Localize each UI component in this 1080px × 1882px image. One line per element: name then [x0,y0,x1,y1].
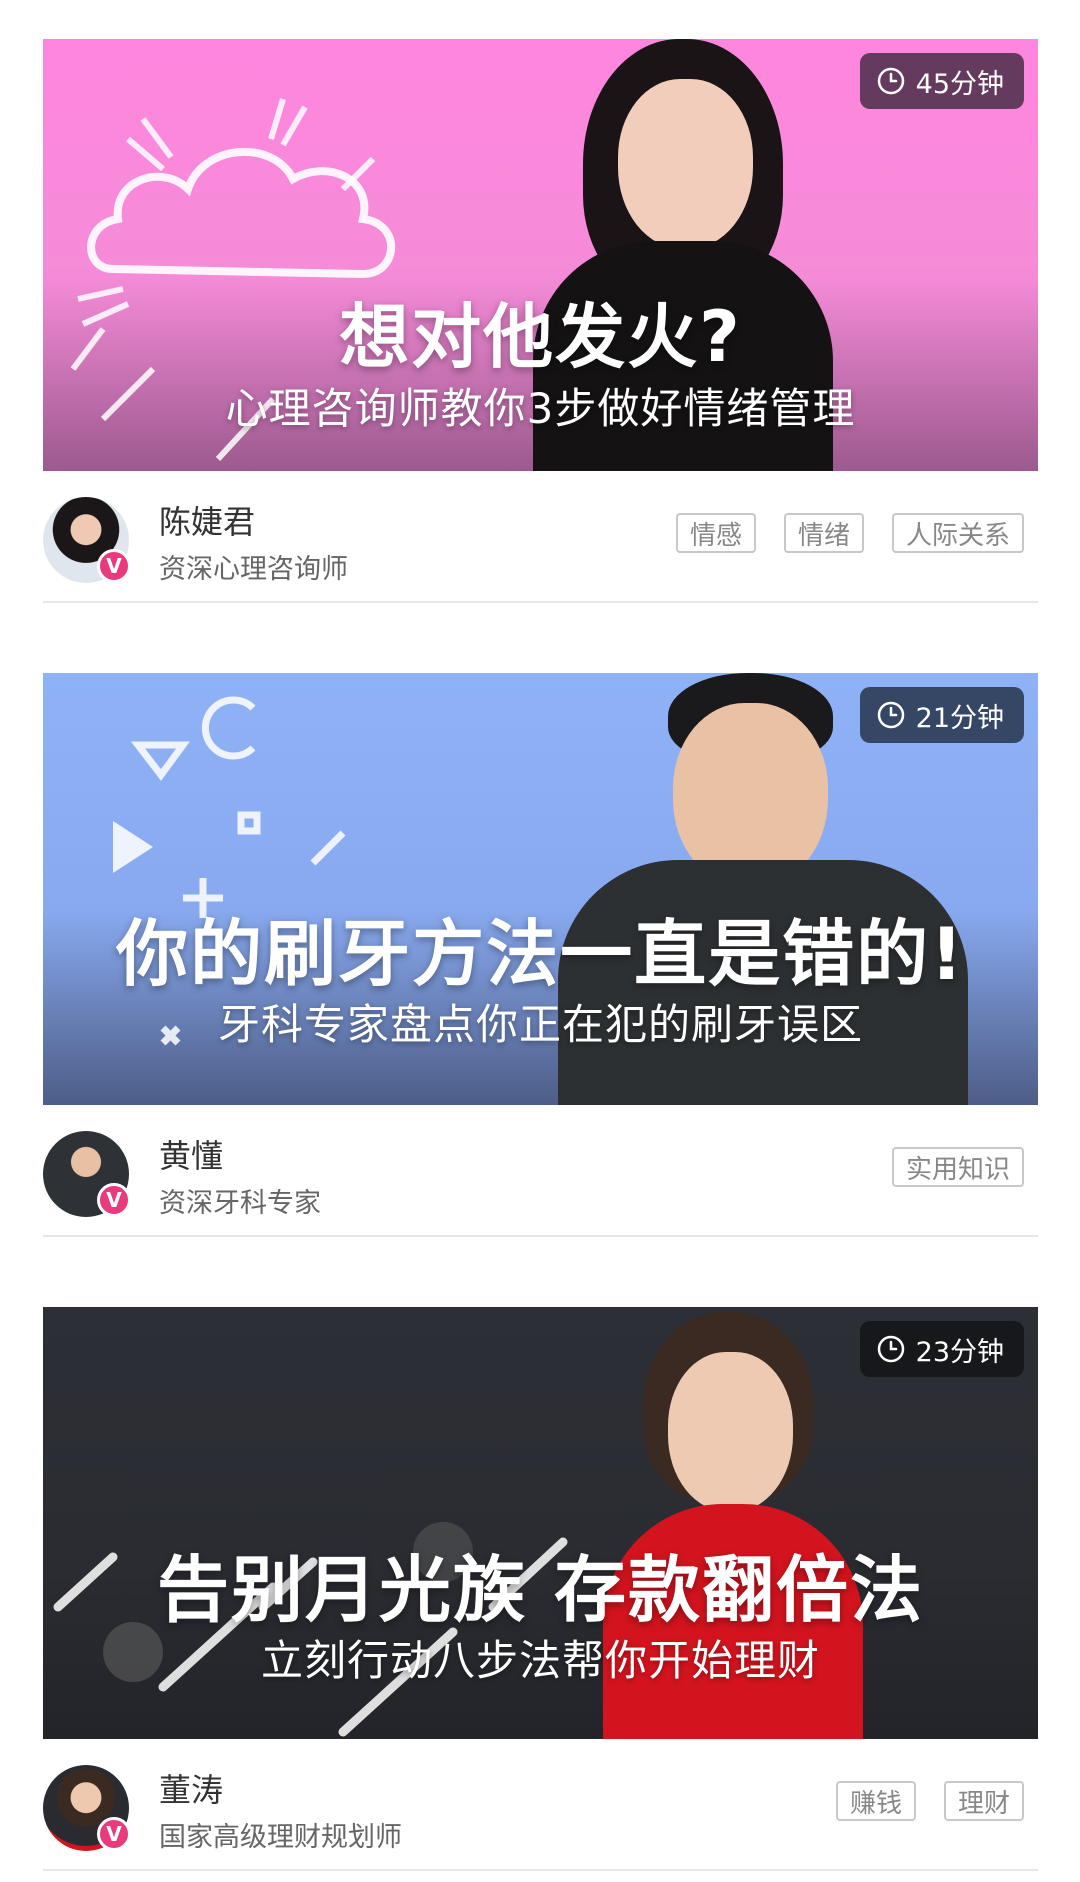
duration-text: 21分钟 [915,702,1004,734]
author-row: V 黄懂 资深牙科专家 实用知识 [43,1105,1038,1237]
course-headline: 告别月光族 存款翻倍法 [156,1548,925,1632]
tag[interactable]: 情感 [675,513,756,553]
tag-list: 赚钱 理财 [835,1781,1024,1821]
author-row: V 陈婕君 资深心理咨询师 情感 情绪 人际关系 [43,471,1038,603]
avatar[interactable]: V [43,1131,133,1221]
course-headline: 想对他发火? [339,296,742,378]
course-banner[interactable]: 23分钟 告别月光族 存款翻倍法 立刻行动八步法帮你开始理财 [43,1307,1038,1739]
tag[interactable]: 情绪 [783,513,864,553]
course-subline: 牙科专家盘点你正在犯的刷牙误区 [217,1000,863,1049]
avatar[interactable]: V [43,497,133,587]
tag[interactable]: 实用知识 [891,1147,1024,1187]
clock-icon [877,701,904,729]
duration-badge: 45分钟 [859,53,1024,109]
verified-badge: V [97,1183,131,1217]
course-card[interactable]: 21分钟 你的刷牙方法一直是错的! 牙科专家盘点你正在犯的刷牙误区 V 黄懂 资… [43,673,1038,1237]
course-feed: 45分钟 想对他发火? 心理咨询师教你3步做好情绪管理 V 陈婕君 资深心理咨询… [0,0,1080,1882]
course-headline: 你的刷牙方法一直是错的! [116,912,965,996]
duration-badge: 23分钟 [859,1321,1024,1377]
course-subline: 立刻行动八步法帮你开始理财 [260,1636,820,1685]
duration-text: 23分钟 [915,1336,1004,1368]
tag[interactable]: 赚钱 [835,1781,916,1821]
author-title: 资深牙科专家 [159,1188,321,1219]
author-title: 资深心理咨询师 [159,554,348,585]
author-name[interactable]: 陈婕君 [159,497,255,543]
author-name[interactable]: 董涛 [159,1765,223,1811]
tag[interactable]: 人际关系 [891,513,1024,553]
tag-list: 实用知识 [891,1147,1024,1187]
author-row: V 董涛 国家高级理财规划师 赚钱 理财 [43,1739,1038,1871]
course-subline: 心理咨询师教你3步做好情绪管理 [225,384,856,433]
course-card[interactable]: 23分钟 告别月光族 存款翻倍法 立刻行动八步法帮你开始理财 V 董涛 国家高级… [43,1307,1038,1871]
tag-list: 情感 情绪 人际关系 [675,513,1024,553]
duration-text: 45分钟 [915,68,1004,100]
tag[interactable]: 理财 [943,1781,1024,1821]
clock-icon [877,1335,904,1363]
course-banner[interactable]: 21分钟 你的刷牙方法一直是错的! 牙科专家盘点你正在犯的刷牙误区 [43,673,1038,1105]
clock-icon [877,67,904,95]
duration-badge: 21分钟 [859,687,1024,743]
avatar[interactable]: V [43,1765,133,1855]
author-name[interactable]: 黄懂 [159,1131,223,1177]
course-card[interactable]: 45分钟 想对他发火? 心理咨询师教你3步做好情绪管理 V 陈婕君 资深心理咨询… [43,39,1038,603]
course-banner[interactable]: 45分钟 想对他发火? 心理咨询师教你3步做好情绪管理 [43,39,1038,471]
author-title: 国家高级理财规划师 [159,1822,402,1853]
verified-badge: V [97,549,131,583]
verified-badge: V [97,1817,131,1851]
